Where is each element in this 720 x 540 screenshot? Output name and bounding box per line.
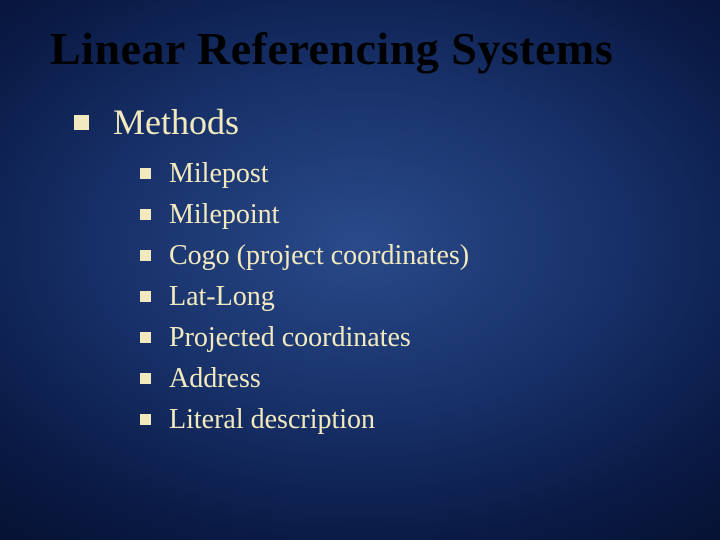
list-item-label: Milepoint — [169, 197, 279, 232]
list-item: Projected coordinates — [140, 320, 670, 355]
list-item: Lat-Long — [140, 279, 670, 314]
list-item: Address — [140, 361, 670, 396]
slide-title: Linear Referencing Systems — [50, 24, 670, 75]
square-bullet-icon — [140, 250, 151, 261]
slide: Linear Referencing Systems Methods Milep… — [0, 0, 720, 540]
square-bullet-icon — [140, 291, 151, 302]
list-item-label: Lat-Long — [169, 279, 275, 314]
list-item: Cogo (project coordinates) — [140, 238, 670, 273]
list-item-label: Cogo (project coordinates) — [169, 238, 469, 273]
list-item-label: Milepost — [169, 156, 269, 191]
square-bullet-icon — [140, 168, 151, 179]
square-bullet-icon — [140, 209, 151, 220]
square-bullet-icon — [140, 414, 151, 425]
section-row: Methods — [74, 103, 670, 143]
section-heading: Methods — [113, 103, 239, 143]
list-item: Milepoint — [140, 197, 670, 232]
square-bullet-icon — [74, 115, 89, 130]
list-item: Milepost — [140, 156, 670, 191]
list-item-label: Projected coordinates — [169, 320, 411, 355]
list-item-label: Literal description — [169, 402, 375, 437]
square-bullet-icon — [140, 332, 151, 343]
list-item-label: Address — [169, 361, 261, 396]
list-item: Literal description — [140, 402, 670, 437]
methods-list: Milepost Milepoint Cogo (project coordin… — [140, 156, 670, 437]
square-bullet-icon — [140, 373, 151, 384]
